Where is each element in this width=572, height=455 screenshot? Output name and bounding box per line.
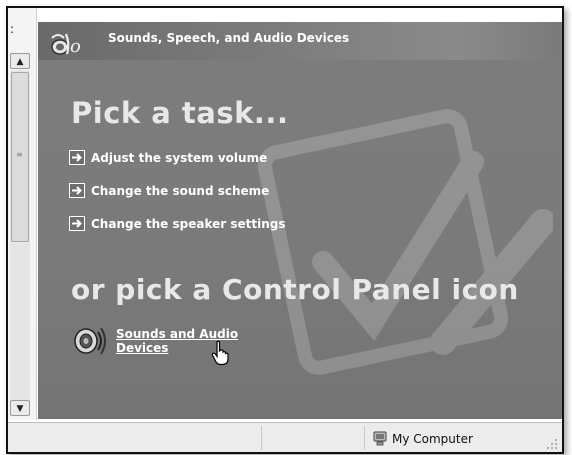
task-label[interactable]: Adjust the system volume — [91, 151, 267, 165]
scroll-down-button[interactable]: ▼ — [10, 400, 30, 416]
control-panel-icon-heading: or pick a Control Panel icon — [71, 273, 519, 306]
panel-header: o Sounds, Speech, and Audio Devices — [38, 22, 562, 60]
control-panel-window: : ≡ ▲ ▼ o Sounds, Speech, and Audio Devi… — [6, 6, 564, 454]
task-change-speaker-settings[interactable]: Change the speaker settings — [69, 216, 286, 231]
arrow-right-icon — [69, 216, 85, 231]
pick-task-heading: Pick a task... — [71, 96, 289, 130]
scroll-up-button[interactable]: ▲ — [10, 53, 30, 69]
arrow-right-icon — [69, 150, 85, 165]
checkmark-watermark-icon — [257, 109, 553, 375]
scrollbar-grip-icon: ≡ — [16, 150, 23, 159]
task-label[interactable]: Change the speaker settings — [91, 217, 286, 231]
status-location-label: My Computer — [392, 432, 473, 446]
speaker-icon[interactable] — [70, 324, 110, 358]
sounds-and-audio-devices-link[interactable]: Sounds and Audio Devices — [116, 327, 256, 355]
my-computer-icon — [373, 431, 387, 446]
panel-title: Sounds, Speech, and Audio Devices — [108, 31, 350, 45]
hand-pointer-cursor-icon — [211, 340, 229, 366]
task-change-sound-scheme[interactable]: Change the sound scheme — [69, 183, 269, 198]
task-adjust-system-volume[interactable]: Adjust the system volume — [69, 150, 267, 165]
arrow-right-icon — [69, 183, 85, 198]
left-pane: : ≡ ▲ ▼ — [8, 8, 37, 420]
svg-text:o: o — [70, 36, 81, 57]
left-pane-text: : — [10, 22, 15, 36]
status-bar: My Computer — [8, 422, 562, 452]
resize-grip-icon[interactable] — [546, 438, 558, 450]
status-divider — [364, 426, 365, 450]
sounds-speech-category-icon: o — [51, 33, 81, 57]
category-panel: o Sounds, Speech, and Audio Devices Pick… — [38, 22, 562, 419]
status-divider — [261, 426, 262, 450]
scrollbar-thumb[interactable]: ≡ — [11, 72, 29, 242]
task-label[interactable]: Change the sound scheme — [91, 184, 269, 198]
